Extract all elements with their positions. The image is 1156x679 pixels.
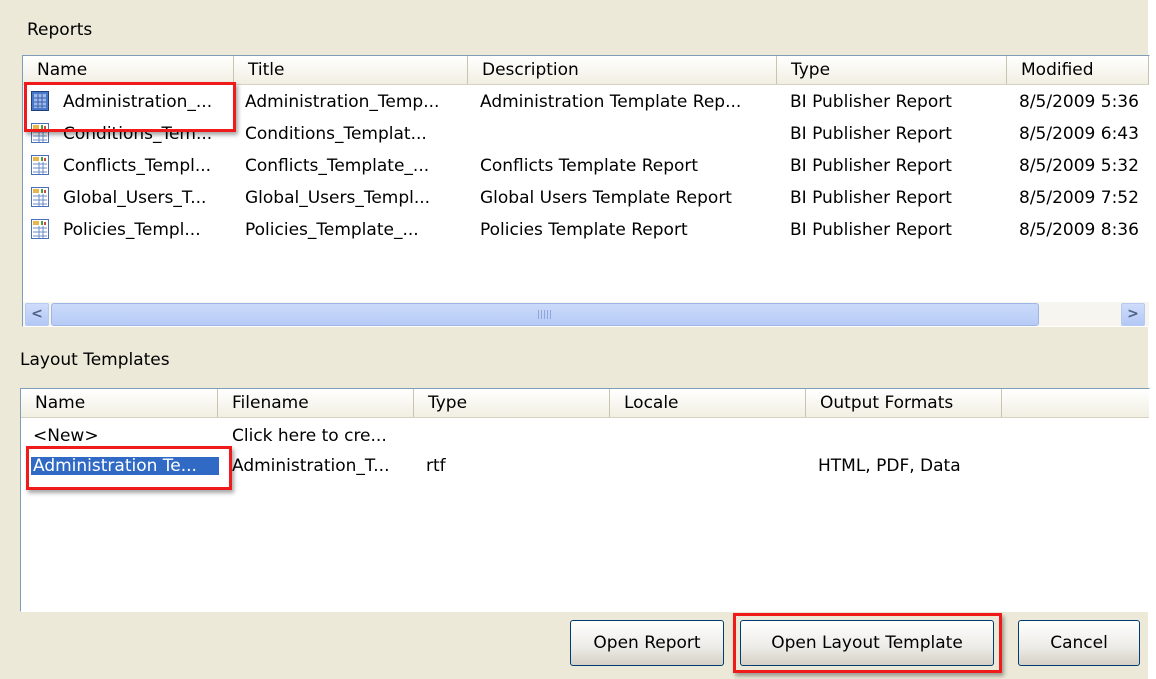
- lt-col-output-formats[interactable]: Output Formats: [806, 389, 1002, 417]
- lt-locale: [622, 427, 802, 445]
- report-name: Global_Users_T...: [63, 188, 207, 208]
- open-report-dialog: Reports Name Title Description Type Modi…: [0, 0, 1150, 679]
- report-title: Policies_Template_...: [245, 220, 419, 240]
- report-row-conflicts[interactable]: Conflicts_Templ... Conflicts_Template_..…: [23, 150, 1149, 182]
- annotation-template-name: [26, 446, 232, 490]
- lt-output-formats: [818, 427, 1008, 445]
- report-name: Conflicts_Templ...: [63, 156, 212, 176]
- lt-col-name[interactable]: Name: [21, 389, 218, 417]
- reports-col-modified[interactable]: Modified: [1007, 56, 1149, 84]
- reports-header: Name Title Description Type Modified: [23, 56, 1149, 85]
- lt-type: [426, 427, 606, 445]
- annotation-open-layout-template: [733, 613, 1002, 673]
- layout-templates-label: Layout Templates: [20, 350, 170, 370]
- lt-col-filename[interactable]: Filename: [218, 389, 414, 417]
- report-description: Global Users Template Report: [480, 188, 732, 208]
- report-icon: [31, 187, 49, 207]
- layout-templates-list[interactable]: Name Filename Type Locale Output Formats…: [20, 388, 1150, 612]
- grip-icon: [538, 310, 552, 319]
- report-modified: 8/5/2009 8:36: [1019, 220, 1139, 240]
- lt-filename: Click here to cre...: [232, 427, 387, 445]
- reports-col-type[interactable]: Type: [777, 56, 1007, 84]
- lt-row-new[interactable]: <New> Click here to cre...: [21, 427, 1149, 445]
- report-title: Administration_Temp...: [245, 92, 440, 112]
- open-report-button[interactable]: Open Report: [570, 620, 724, 666]
- report-modified: 8/5/2009 5:36: [1019, 92, 1139, 112]
- lt-locale: [622, 457, 802, 475]
- lt-type: rtf: [426, 457, 446, 475]
- report-name: Policies_Templ...: [63, 220, 201, 240]
- report-description: Policies Template Report: [480, 220, 688, 240]
- report-title: Conflicts_Template_...: [245, 156, 430, 176]
- scroll-left-button[interactable]: <: [25, 303, 49, 326]
- layout-templates-header: Name Filename Type Locale Output Formats: [21, 389, 1149, 418]
- reports-col-description[interactable]: Description: [468, 56, 777, 84]
- reports-label: Reports: [27, 20, 93, 40]
- report-icon: [31, 155, 49, 175]
- scroll-thumb[interactable]: [51, 303, 1039, 326]
- lt-name: <New>: [33, 427, 99, 445]
- reports-hscrollbar[interactable]: < >: [23, 302, 1149, 326]
- report-type: BI Publisher Report: [790, 220, 952, 240]
- cancel-button[interactable]: Cancel: [1018, 620, 1140, 666]
- report-modified: 8/5/2009 7:52: [1019, 188, 1139, 208]
- reports-col-name[interactable]: Name: [23, 56, 234, 84]
- report-type: BI Publisher Report: [790, 92, 952, 112]
- scroll-right-button[interactable]: >: [1121, 303, 1145, 326]
- lt-col-type[interactable]: Type: [414, 389, 610, 417]
- lt-output-formats: HTML, PDF, Data: [818, 457, 961, 475]
- annotation-report-name: [24, 82, 236, 132]
- lt-filename: Administration_T...: [232, 457, 390, 475]
- report-row-global-users[interactable]: Global_Users_T... Global_Users_Templ... …: [23, 182, 1149, 214]
- reports-col-title[interactable]: Title: [234, 56, 468, 84]
- report-description: Conflicts Template Report: [480, 156, 699, 176]
- report-type: BI Publisher Report: [790, 124, 952, 144]
- report-description: Administration Template Rep...: [480, 92, 742, 112]
- report-modified: 8/5/2009 5:32: [1019, 156, 1139, 176]
- report-type: BI Publisher Report: [790, 156, 952, 176]
- report-type: BI Publisher Report: [790, 188, 952, 208]
- report-title: Conditions_Templat...: [245, 124, 427, 144]
- report-description: [480, 118, 776, 150]
- report-icon: [31, 219, 49, 239]
- report-row-policies[interactable]: Policies_Templ... Policies_Template_... …: [23, 214, 1149, 246]
- lt-col-locale[interactable]: Locale: [610, 389, 806, 417]
- report-modified: 8/5/2009 6:43: [1019, 124, 1139, 144]
- report-title: Global_Users_Templ...: [245, 188, 431, 208]
